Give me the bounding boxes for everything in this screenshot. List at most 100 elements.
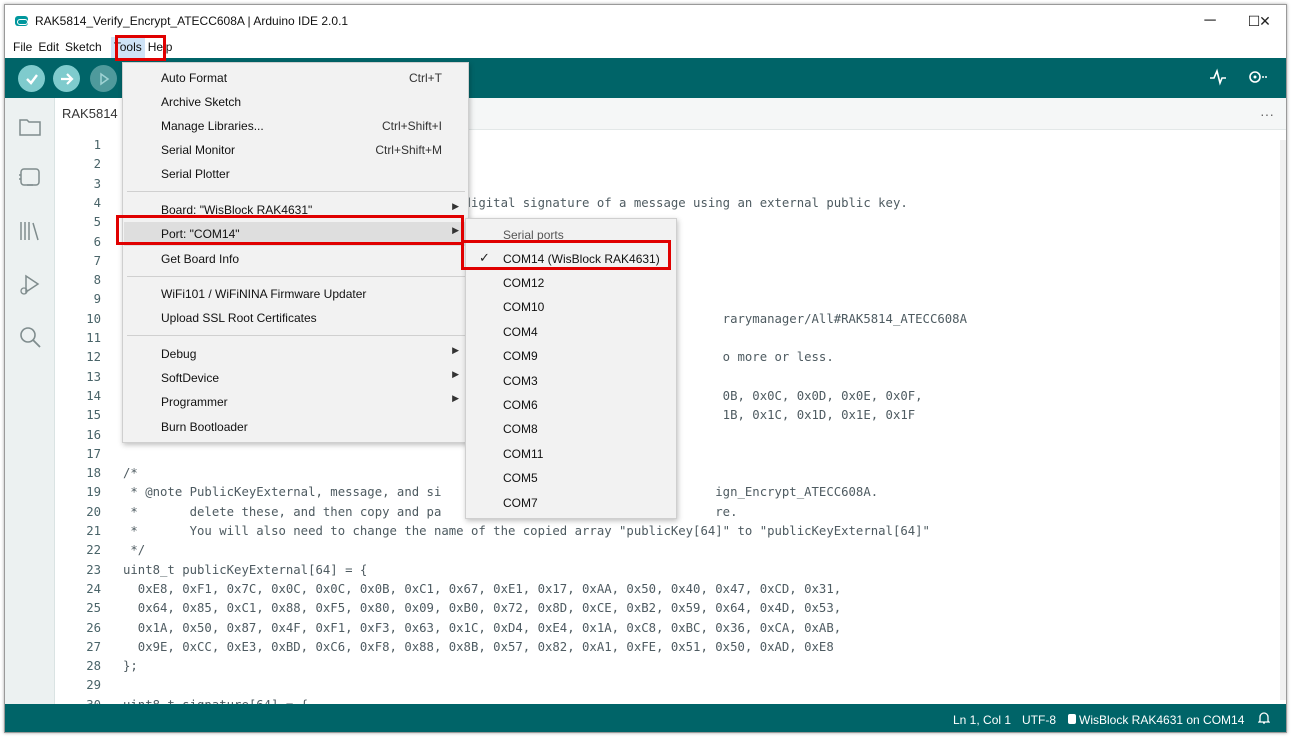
port-item[interactable]: COM4 bbox=[467, 320, 675, 344]
port-label: COM9 bbox=[503, 349, 538, 364]
line-number: 4 bbox=[93, 195, 101, 210]
serial-plotter-icon[interactable] bbox=[1209, 68, 1227, 91]
line-number: 25 bbox=[86, 601, 101, 616]
menu-manage-libraries[interactable]: Manage Libraries... Ctrl+Shift+I bbox=[124, 114, 467, 138]
submenu-arrow-icon: ▶ bbox=[452, 369, 459, 379]
menu-upload-ssl[interactable]: Upload SSL Root Certificates bbox=[124, 306, 467, 330]
port-item[interactable]: COM11 bbox=[467, 442, 675, 466]
code-text: 0x64, 0x85, 0xC1, 0x88, 0xF5, 0x80, 0x09… bbox=[123, 601, 842, 616]
board-icon[interactable] bbox=[17, 164, 43, 190]
com14-highlight-box bbox=[461, 240, 671, 270]
title-bar: RAK5814_Verify_Encrypt_ATECC608A | Ardui… bbox=[5, 5, 1286, 37]
port-item[interactable]: COM5 bbox=[467, 466, 675, 490]
menu-get-board-info[interactable]: Get Board Info bbox=[124, 247, 467, 271]
menu-file[interactable]: File bbox=[10, 37, 35, 58]
menu-programmer[interactable]: Programmer ▶ bbox=[124, 390, 467, 414]
port-label: COM8 bbox=[503, 422, 538, 437]
menu-serial-monitor[interactable]: Serial Monitor Ctrl+Shift+M bbox=[124, 138, 467, 162]
debug-icon[interactable] bbox=[90, 65, 117, 92]
line-number: 27 bbox=[86, 639, 101, 654]
code-line[interactable]: 24 0xE8, 0xF1, 0x7C, 0x0C, 0x0C, 0x0B, 0… bbox=[56, 580, 1286, 599]
line-number: 14 bbox=[86, 388, 101, 403]
debug-sidebar-icon[interactable] bbox=[17, 272, 43, 298]
line-number: 23 bbox=[86, 562, 101, 577]
port-label: COM12 bbox=[503, 276, 545, 290]
port-label: COM7 bbox=[503, 495, 538, 510]
port-item[interactable]: COM3 bbox=[467, 369, 675, 393]
sidebar bbox=[5, 98, 55, 704]
code-line[interactable]: 22 */ bbox=[56, 541, 1286, 560]
code-text: * You will also need to change the name … bbox=[123, 524, 930, 538]
menu-auto-format[interactable]: Auto Format Ctrl+T bbox=[124, 66, 467, 90]
board-chip-icon bbox=[1067, 713, 1077, 728]
port-label: COM11 bbox=[503, 446, 544, 461]
folder-icon[interactable] bbox=[17, 114, 43, 140]
code-line[interactable]: 27 0x9E, 0xCC, 0xE3, 0xBD, 0xC6, 0xF8, 0… bbox=[56, 638, 1286, 657]
code-text: */ bbox=[123, 543, 146, 558]
menu-softdevice[interactable]: SoftDevice ▶ bbox=[124, 366, 467, 390]
menu-firmware-updater[interactable]: WiFi101 / WiFiNINA Firmware Updater bbox=[124, 282, 467, 306]
code-text: 0x1A, 0x50, 0x87, 0x4F, 0xF1, 0xF3, 0x63… bbox=[123, 620, 842, 635]
port-item[interactable]: COM7 bbox=[467, 491, 675, 515]
encoding: UTF-8 bbox=[1022, 713, 1056, 727]
menu-separator bbox=[127, 191, 465, 192]
line-number: 21 bbox=[86, 524, 101, 538]
cursor-position[interactable]: Ln 1, Col 1 bbox=[953, 713, 1011, 727]
menu-separator bbox=[127, 276, 465, 277]
submenu-arrow-icon: ▶ bbox=[452, 345, 459, 355]
search-icon[interactable] bbox=[17, 324, 43, 350]
line-number: 20 bbox=[86, 504, 101, 519]
line-number: 15 bbox=[86, 408, 101, 423]
code-text: }; bbox=[123, 659, 138, 674]
verify-icon[interactable] bbox=[18, 65, 45, 92]
board-port-status[interactable]: WisBlock RAK4631 on COM14 bbox=[1079, 713, 1244, 727]
line-number: 3 bbox=[93, 176, 101, 191]
port-item[interactable]: COM9 bbox=[467, 344, 675, 368]
code-line[interactable]: 25 0x64, 0x85, 0xC1, 0x88, 0xF5, 0x80, 0… bbox=[56, 599, 1286, 618]
line-number: 1 bbox=[93, 138, 101, 152]
line-number: 2 bbox=[93, 157, 101, 172]
serial-monitor-icon[interactable] bbox=[1247, 68, 1269, 91]
port-label: COM5 bbox=[503, 471, 538, 486]
menu-archive-sketch[interactable]: Archive Sketch bbox=[124, 90, 467, 114]
menu-serial-plotter[interactable]: Serial Plotter bbox=[124, 162, 467, 186]
line-number: 10 bbox=[86, 311, 101, 326]
arduino-ide-window: RAK5814_Verify_Encrypt_ATECC608A | Ardui… bbox=[4, 4, 1287, 733]
port-item[interactable]: COM6 bbox=[467, 393, 675, 417]
menu-debug[interactable]: Debug ▶ bbox=[124, 342, 467, 366]
line-number: 13 bbox=[86, 369, 101, 384]
sketch-tab[interactable]: RAK5814 bbox=[56, 98, 124, 130]
code-line[interactable]: 23 uint8_t publicKeyExternal[64] = { bbox=[56, 561, 1286, 580]
port-label: COM6 bbox=[503, 398, 538, 412]
code-line[interactable]: 29 bbox=[56, 676, 1286, 695]
line-number: 17 bbox=[86, 446, 101, 461]
port-label: COM4 bbox=[503, 324, 538, 339]
code-line[interactable]: 28}; bbox=[56, 657, 1286, 676]
close-button[interactable]: ✕ bbox=[1243, 9, 1286, 33]
line-number: 12 bbox=[86, 350, 101, 365]
library-icon[interactable] bbox=[17, 218, 43, 244]
code-line[interactable]: 26 0x1A, 0x50, 0x87, 0x4F, 0xF1, 0xF3, 0… bbox=[56, 619, 1286, 638]
minimize-button[interactable]: ─ bbox=[1188, 9, 1232, 33]
line-number: 7 bbox=[93, 253, 101, 268]
menu-burn-bootloader[interactable]: Burn Bootloader bbox=[124, 415, 467, 439]
window-title: RAK5814_Verify_Encrypt_ATECC608A | Ardui… bbox=[35, 14, 349, 28]
port-item[interactable]: COM12 bbox=[467, 271, 675, 295]
submenu-arrow-icon: ▶ bbox=[452, 201, 459, 211]
port-item[interactable]: COM8 bbox=[467, 417, 675, 441]
upload-icon[interactable] bbox=[53, 65, 80, 92]
code-line[interactable]: 21 * You will also need to change the na… bbox=[56, 522, 1286, 541]
line-number: 19 bbox=[86, 485, 101, 500]
bell-icon[interactable] bbox=[1257, 711, 1271, 728]
code-text: uint8_t publicKeyExternal[64] = { bbox=[123, 562, 368, 577]
tools-menu: Auto Format Ctrl+T Archive Sketch Manage… bbox=[122, 62, 469, 443]
menu-sketch[interactable]: Sketch bbox=[62, 37, 105, 58]
menu-edit[interactable]: Edit bbox=[35, 37, 62, 58]
line-number: 11 bbox=[86, 331, 101, 345]
line-number: 9 bbox=[93, 292, 101, 307]
code-text: 0xE8, 0xF1, 0x7C, 0x0C, 0x0C, 0x0B, 0xC1… bbox=[123, 581, 842, 596]
line-number: 26 bbox=[86, 620, 101, 635]
more-icon[interactable]: ··· bbox=[1260, 106, 1274, 122]
line-number: 24 bbox=[86, 581, 101, 596]
port-item[interactable]: COM10 bbox=[467, 295, 675, 319]
